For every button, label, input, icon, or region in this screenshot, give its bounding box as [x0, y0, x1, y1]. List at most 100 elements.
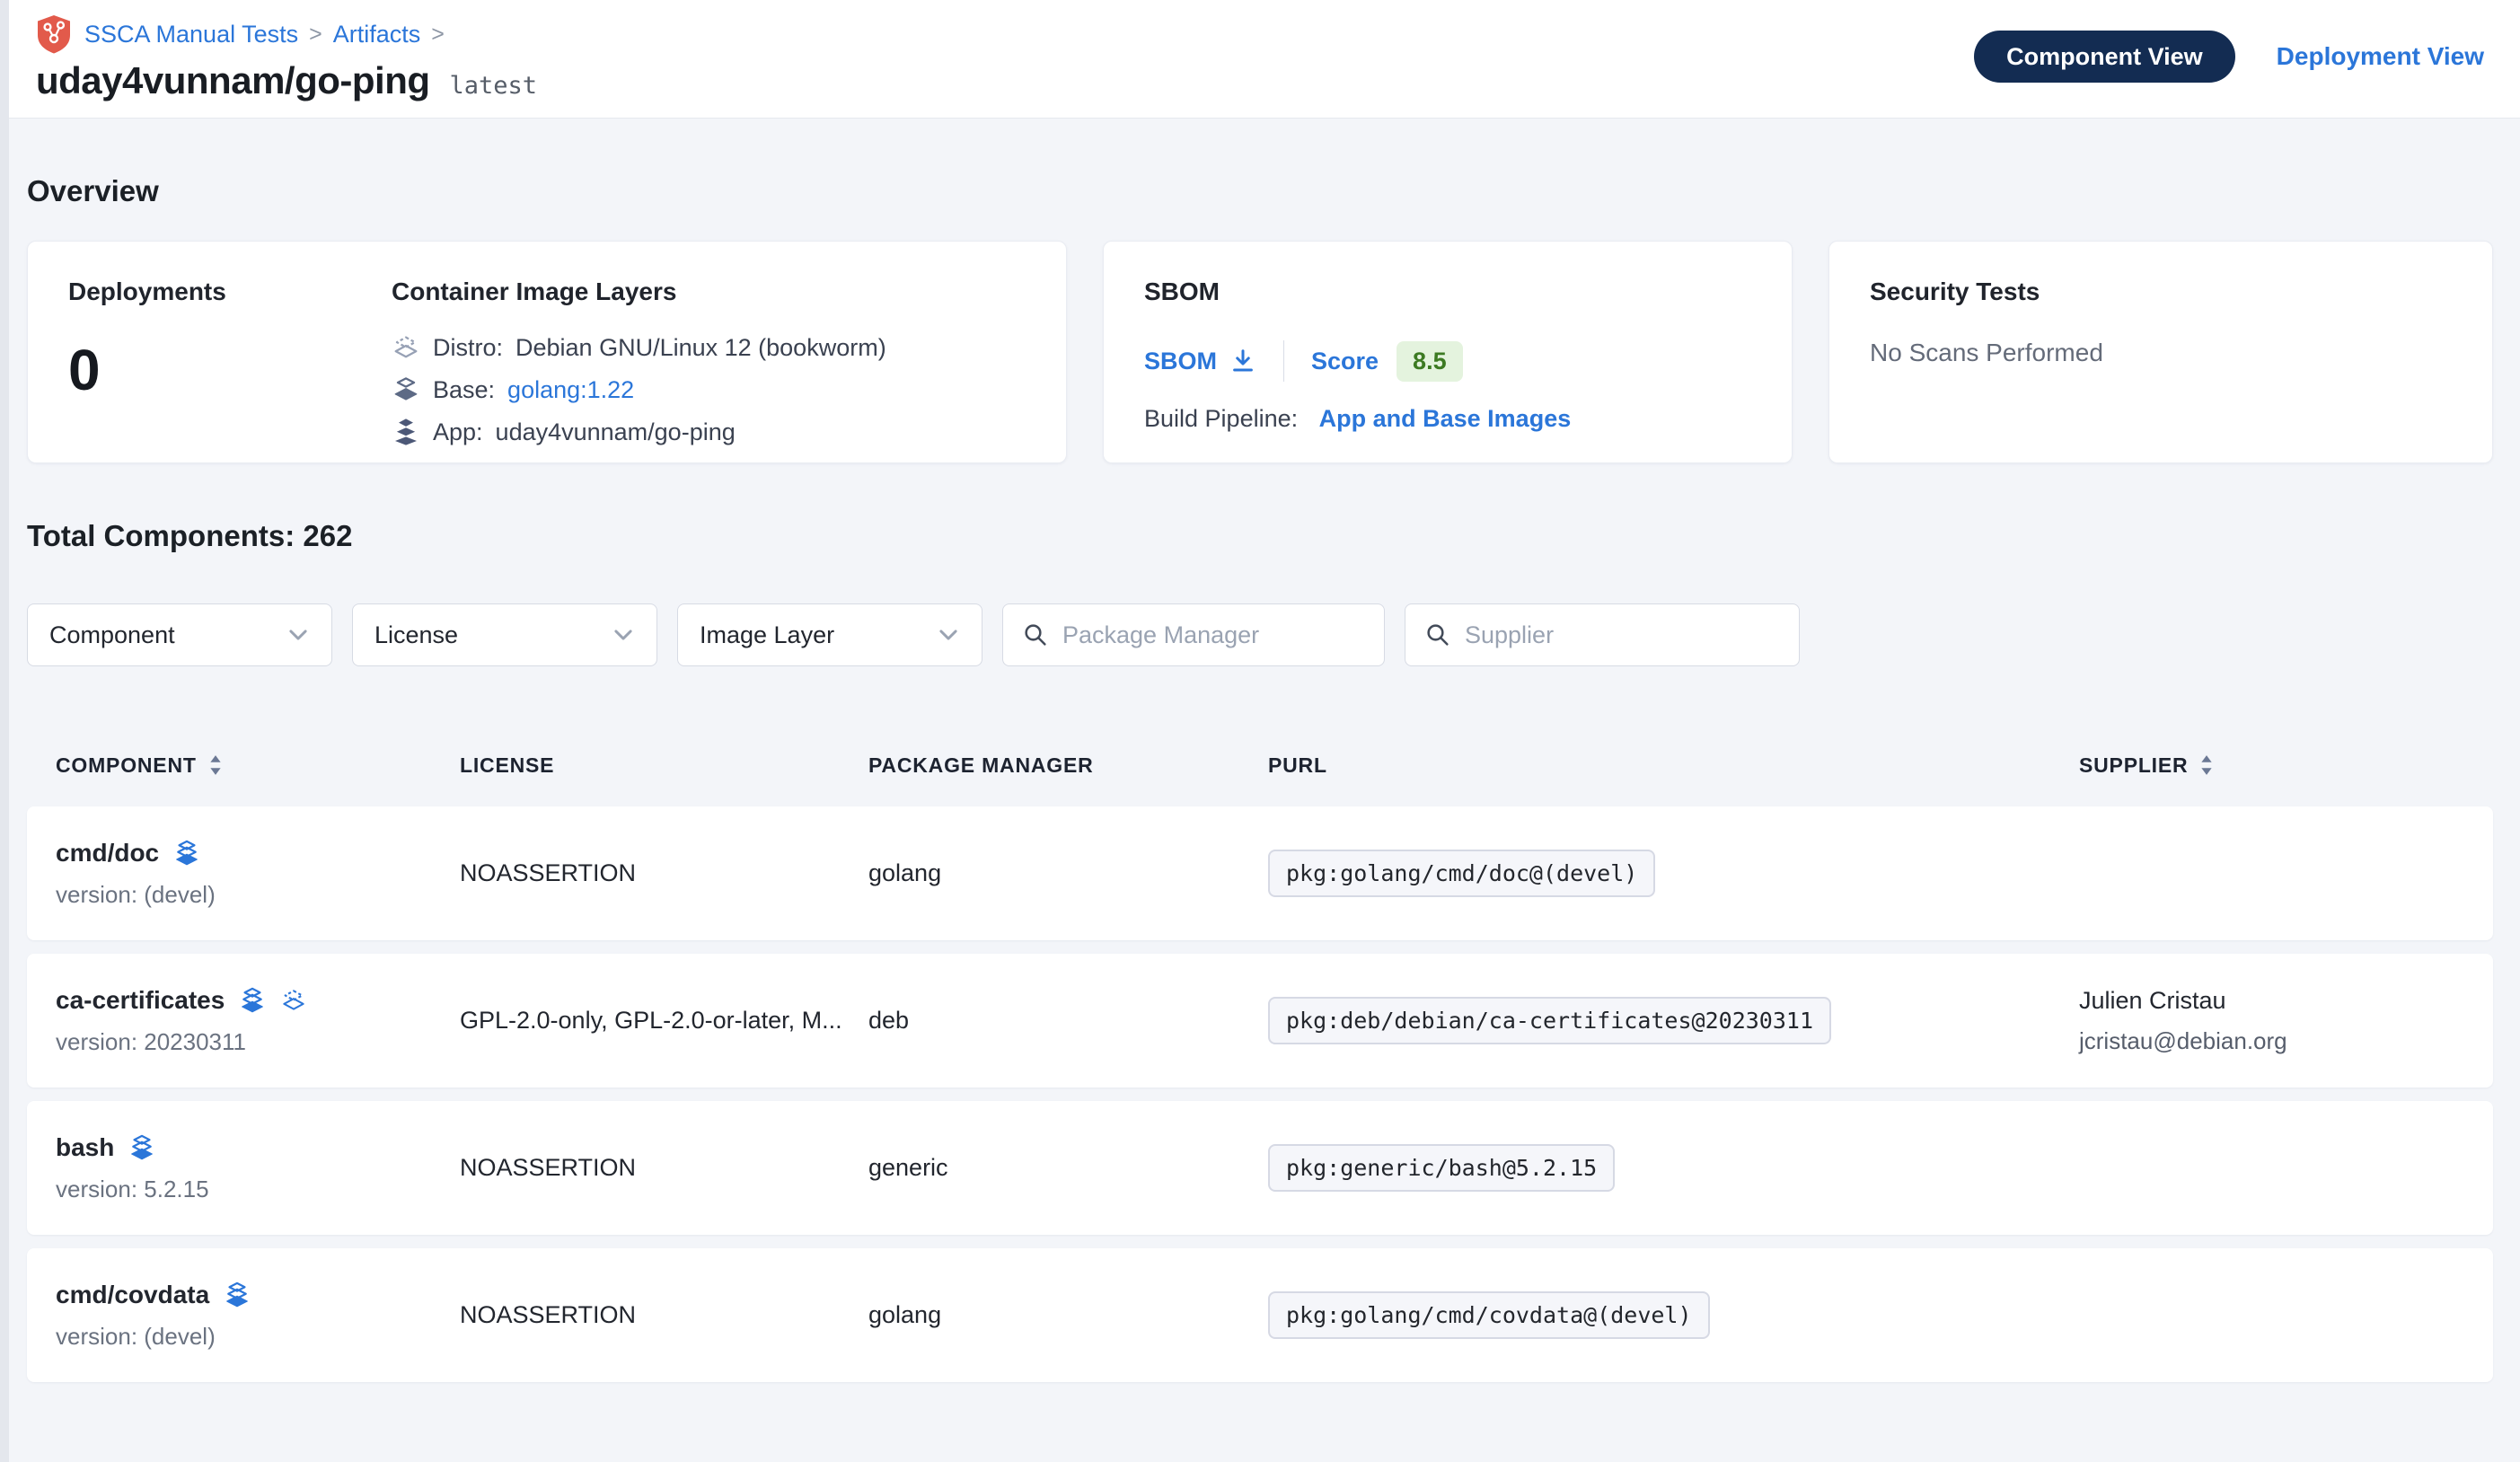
- layers-half-icon: [392, 375, 420, 404]
- purl-chip: pkg:deb/debian/ca-certificates@20230311: [1268, 997, 1831, 1044]
- container-image-layers-list: Distro: Debian GNU/Linux 12 (bookworm) B…: [392, 333, 1026, 446]
- purl-chip: pkg:generic/bash@5.2.15: [1268, 1144, 1615, 1192]
- package-manager-cell: generic: [868, 1154, 1268, 1182]
- search-icon: [1425, 622, 1450, 647]
- page-header: SSCA Manual Tests > Artifacts > uday4vun…: [0, 0, 2520, 119]
- layers-filled-icon: [128, 1134, 155, 1161]
- component-name: bash: [56, 1133, 114, 1162]
- component-version: version: (devel): [56, 881, 460, 909]
- package-manager-search-input[interactable]: [1062, 621, 1364, 649]
- deployment-view-button[interactable]: Deployment View: [2277, 42, 2484, 71]
- package-manager-cell: deb: [868, 1007, 1268, 1035]
- layer-row-base: Base: golang:1.22: [392, 375, 1026, 404]
- table-row: ca-certificates version: 20230311 GPL-2.…: [27, 954, 2493, 1088]
- component-filter-dropdown[interactable]: Component: [27, 603, 332, 666]
- deployments-and-layers-card: Deployments 0 Container Image Layers Dis…: [27, 241, 1067, 463]
- dropdown-value: License: [374, 621, 458, 649]
- build-pipeline-label: Build Pipeline:: [1144, 405, 1298, 432]
- base-image-link[interactable]: golang:1.22: [507, 376, 634, 404]
- security-tests-card: Security Tests No Scans Performed: [1828, 241, 2493, 463]
- layer-label: Distro:: [433, 334, 503, 362]
- purl-cell: pkg:golang/cmd/doc@(devel): [1268, 850, 2079, 897]
- column-label: PACKAGE MANAGER: [868, 753, 1094, 778]
- column-header-purl: PURL: [1268, 753, 2079, 778]
- license-filter-dropdown[interactable]: License: [352, 603, 657, 666]
- package-manager-cell: golang: [868, 1301, 1268, 1329]
- sbom-card: SBOM SBOM Score 8.5 Build Pipeline: App …: [1103, 241, 1793, 463]
- purl-cell: pkg:golang/cmd/covdata@(devel): [1268, 1291, 2079, 1339]
- purl-cell: pkg:generic/bash@5.2.15: [1268, 1144, 2079, 1192]
- column-header-package-manager: PACKAGE MANAGER: [868, 753, 1268, 778]
- breadcrumb-separator: >: [420, 22, 455, 48]
- column-label: COMPONENT: [56, 753, 197, 778]
- license-cell: NOASSERTION: [460, 1154, 868, 1182]
- sort-icon[interactable]: [207, 753, 224, 777]
- security-tests-title: Security Tests: [1870, 277, 2452, 306]
- components-table: COMPONENT LICENSE PACKAGE MANAGER PURL S…: [27, 724, 2493, 1382]
- column-header-component[interactable]: COMPONENT: [56, 753, 460, 778]
- component-name: cmd/doc: [56, 839, 159, 868]
- license-cell: NOASSERTION: [460, 859, 868, 887]
- artifact-tag-badge: latest: [450, 72, 538, 100]
- sbom-card-title: SBOM: [1144, 277, 1751, 306]
- component-name: ca-certificates: [56, 986, 225, 1015]
- deployments-count: 0: [68, 337, 392, 403]
- sbom-score-badge: 8.5: [1397, 341, 1463, 382]
- purl-chip: pkg:golang/cmd/covdata@(devel): [1268, 1291, 1710, 1339]
- total-components-heading: Total Components: 262: [27, 519, 2520, 553]
- page-title: uday4vunnam/go-ping: [36, 59, 430, 102]
- overview-cards: Deployments 0 Container Image Layers Dis…: [27, 241, 2493, 463]
- window-left-edge: [0, 0, 9, 1462]
- filters-bar: Component License Image Layer: [27, 603, 2493, 666]
- build-pipeline-link[interactable]: App and Base Images: [1319, 405, 1572, 432]
- table-row: cmd/doc version: (devel) NOASSERTION gol…: [27, 806, 2493, 940]
- sbom-download-label: SBOM: [1144, 348, 1217, 375]
- shield-network-icon: [36, 14, 72, 54]
- component-version: version: 5.2.15: [56, 1176, 460, 1203]
- chevron-down-icon: [937, 623, 960, 647]
- component-cell: cmd/covdata version: (devel): [56, 1281, 460, 1351]
- sbom-score-label: Score: [1311, 348, 1379, 375]
- deployments-label: Deployments: [68, 277, 392, 306]
- component-name: cmd/covdata: [56, 1281, 209, 1309]
- chevron-down-icon: [612, 623, 635, 647]
- table-row: cmd/covdata version: (devel) NOASSERTION…: [27, 1248, 2493, 1382]
- supplier-email: jcristau@debian.org: [2079, 1027, 2464, 1055]
- main-content: Overview Deployments 0 Container Image L…: [0, 174, 2520, 1382]
- purl-chip: pkg:golang/cmd/doc@(devel): [1268, 850, 1655, 897]
- component-cell: bash version: 5.2.15: [56, 1133, 460, 1203]
- layer-row-distro: Distro: Debian GNU/Linux 12 (bookworm): [392, 333, 1026, 362]
- component-version: version: 20230311: [56, 1028, 460, 1056]
- image-layer-filter-dropdown[interactable]: Image Layer: [677, 603, 982, 666]
- column-label: LICENSE: [460, 753, 554, 778]
- supplier-search-input[interactable]: [1465, 621, 1779, 649]
- supplier-cell: Julien Cristau jcristau@debian.org: [2079, 987, 2464, 1055]
- column-label: PURL: [1268, 753, 1327, 778]
- purl-cell: pkg:deb/debian/ca-certificates@20230311: [1268, 997, 2079, 1044]
- divider: [1283, 340, 1284, 382]
- breadcrumb-project-link[interactable]: SSCA Manual Tests: [84, 21, 298, 48]
- container-image-layers-title: Container Image Layers: [392, 277, 1026, 306]
- layer-label: Base:: [433, 376, 495, 404]
- view-toggle: Component View Deployment View: [1974, 31, 2484, 83]
- table-row: bash version: 5.2.15 NOASSERTION generic…: [27, 1101, 2493, 1235]
- layer-label: App:: [433, 418, 483, 446]
- breadcrumb-separator: >: [298, 22, 333, 48]
- layer-value: uday4vunnam/go-ping: [496, 418, 736, 446]
- security-tests-status: No Scans Performed: [1870, 339, 2452, 367]
- layers-filled-icon: [224, 1281, 251, 1308]
- overview-heading: Overview: [27, 174, 2520, 208]
- license-cell: GPL-2.0-only, GPL-2.0-or-later, M...: [460, 1007, 868, 1035]
- layers-dashed-icon: [280, 987, 307, 1014]
- dropdown-value: Component: [49, 621, 175, 649]
- license-cell: NOASSERTION: [460, 1301, 868, 1329]
- sbom-download-link[interactable]: SBOM: [1144, 348, 1256, 375]
- breadcrumb-artifacts-link[interactable]: Artifacts: [333, 21, 421, 48]
- layers-filled-icon: [239, 987, 266, 1014]
- component-version: version: (devel): [56, 1323, 460, 1351]
- package-manager-cell: golang: [868, 859, 1268, 887]
- component-view-button[interactable]: Component View: [1974, 31, 2235, 83]
- column-header-supplier[interactable]: SUPPLIER: [2079, 753, 2464, 778]
- sort-icon[interactable]: [2198, 753, 2215, 777]
- chevron-down-icon: [286, 623, 310, 647]
